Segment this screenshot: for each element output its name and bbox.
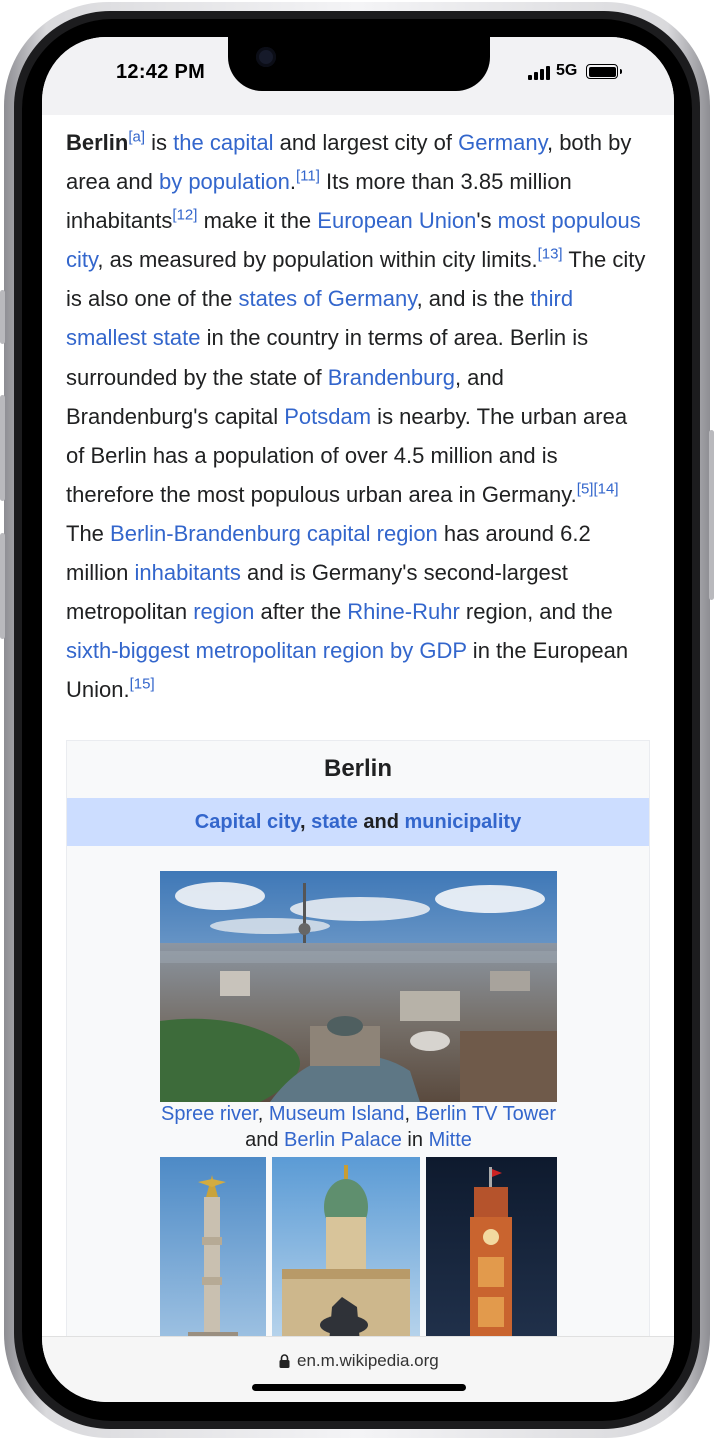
caption-separator: in [401, 1129, 429, 1151]
article-text: The [66, 520, 111, 546]
article-link[interactable]: Berlin-Brandenburg capital region [110, 521, 438, 546]
citation-ref[interactable]: [5] [577, 481, 594, 498]
charlottenburg-palace-photo[interactable] [272, 1157, 420, 1336]
url-text[interactable]: en.m.wikipedia.org [297, 1351, 439, 1371]
caption-separator: , [257, 1103, 269, 1125]
citation-ref[interactable]: [15] [130, 676, 155, 693]
caption-separator: and [245, 1129, 285, 1151]
volume-up-button [0, 395, 5, 501]
article-link[interactable]: inhabitants [134, 560, 240, 585]
article-text: and largest city of [273, 130, 459, 155]
network-type: 5G [556, 62, 578, 79]
volume-down-button [0, 533, 5, 639]
article-text: make it the [197, 208, 318, 234]
infobox-subtitle: Capital city, state and municipality [67, 798, 649, 846]
status-time: 12:42 PM [116, 61, 206, 83]
link-spree-river[interactable]: Spree river [161, 1103, 258, 1125]
berlin-aerial-photo[interactable] [160, 871, 557, 1102]
article-link[interactable]: Rhine-Ruhr [347, 599, 460, 624]
citation-ref[interactable]: [14] [593, 481, 618, 498]
link-municipality[interactable]: municipality [405, 811, 522, 833]
status-bar: 12:42 PM 5G [42, 37, 674, 115]
article-text: is [145, 130, 174, 155]
front-camera [256, 47, 276, 67]
article-link[interactable]: the capital [173, 130, 273, 155]
subtitle-separator: , [300, 811, 312, 833]
link-capital-city[interactable]: Capital city [195, 811, 300, 833]
article-link[interactable]: sixth-biggest metropolitan region by GDP [66, 638, 467, 663]
battery-icon [586, 64, 618, 79]
link-mitte[interactable]: Mitte [429, 1129, 472, 1151]
article-link[interactable]: Potsdam [284, 404, 371, 429]
citation-ref[interactable]: [11] [296, 168, 320, 185]
subtitle-separator: and [357, 811, 405, 833]
power-button [709, 430, 714, 600]
article-text: 's [476, 208, 498, 234]
article-text: , and is the [416, 286, 531, 312]
article-link[interactable]: European Union [317, 208, 476, 233]
link-berlin-tv-tower[interactable]: Berlin TV Tower [416, 1103, 556, 1125]
victory-column-photo[interactable] [160, 1157, 266, 1336]
article-subject: Berlin [66, 130, 129, 155]
browser-url-bar[interactable]: en.m.wikipedia.org [42, 1336, 674, 1402]
article-link[interactable]: by population [159, 169, 290, 194]
signal-icon [528, 66, 550, 80]
citation-ref[interactable]: [12] [172, 207, 197, 224]
link-museum-island[interactable]: Museum Island [269, 1103, 405, 1125]
battery-tip [620, 69, 622, 74]
caption-separator: , [404, 1103, 416, 1125]
link-state[interactable]: state [311, 811, 358, 833]
article-content[interactable]: Berlin[a] is the capital and largest cit… [42, 115, 674, 1336]
home-indicator[interactable] [252, 1384, 466, 1391]
photo-caption: Spree river, Museum Island, Berlin TV To… [160, 1101, 557, 1153]
citation-ref[interactable]: [13] [538, 246, 563, 263]
article-text: after the [254, 599, 348, 625]
infobox: Berlin Capital city, state and municipal… [66, 740, 650, 1336]
citation-ref[interactable]: [a] [128, 129, 145, 146]
lock-icon [279, 1354, 290, 1368]
article-text: , as measured by population within city … [97, 247, 538, 273]
article-link[interactable]: Germany [458, 130, 547, 155]
article-link[interactable]: region [193, 599, 254, 624]
mute-switch [0, 290, 5, 344]
link-berlin-palace[interactable]: Berlin Palace [284, 1129, 402, 1151]
article-lead-paragraph: Berlin[a] is the capital and largest cit… [66, 123, 648, 709]
article-link[interactable]: Brandenburg [328, 365, 455, 390]
article-text: region, and the [459, 599, 613, 625]
red-town-hall-photo[interactable] [426, 1157, 557, 1336]
phone-screen: 12:42 PM 5G Berlin[a] is the capital and… [42, 37, 674, 1402]
infobox-title: Berlin [323, 755, 392, 782]
article-link[interactable]: states of Germany [238, 286, 416, 311]
